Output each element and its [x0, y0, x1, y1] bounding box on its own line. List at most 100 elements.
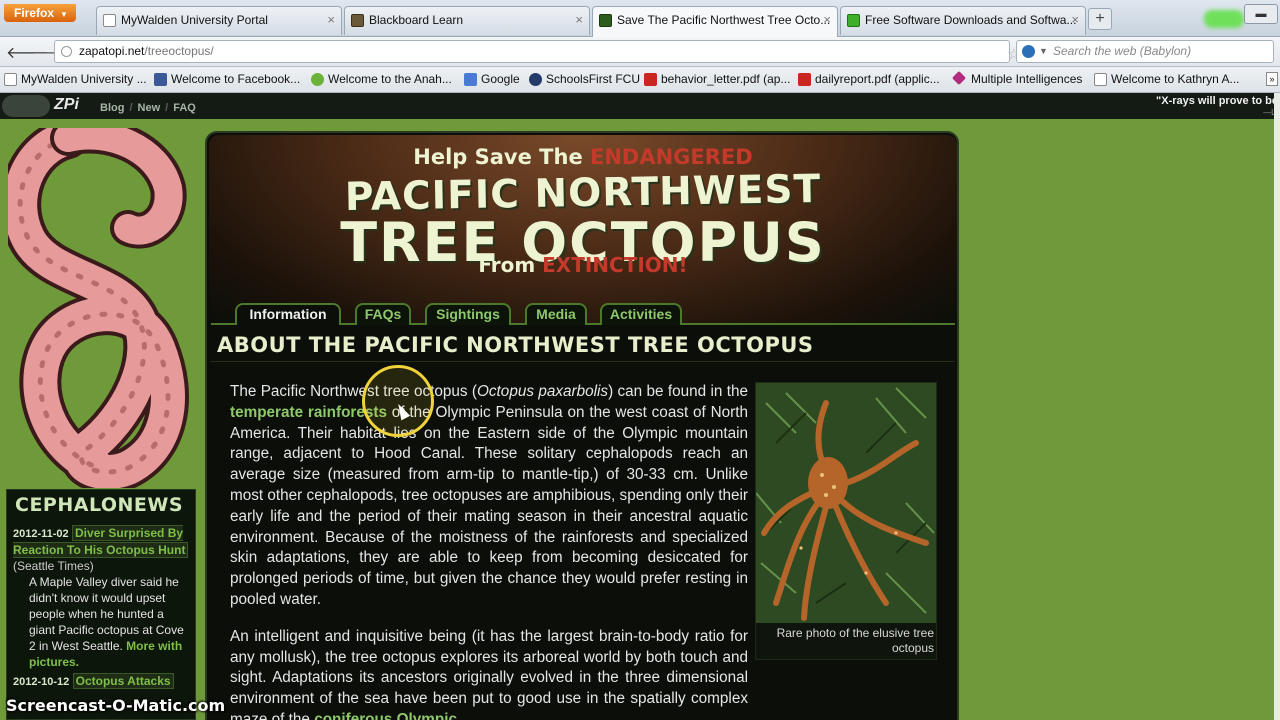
chevron-down-icon: ▼: [60, 10, 68, 19]
tab-information[interactable]: Information: [235, 303, 341, 325]
globe-icon: [61, 46, 72, 57]
close-tab-icon[interactable]: ×: [823, 7, 831, 33]
google-icon: [464, 73, 477, 86]
tab-sightings[interactable]: Sightings: [425, 303, 511, 325]
bookmark-item[interactable]: Welcome to the Anah...: [311, 72, 452, 86]
search-engine-icon[interactable]: [1022, 45, 1035, 58]
photo-caption: Rare photo of the elusive tree octopus: [776, 626, 934, 655]
bookmark-label: Welcome to Facebook...: [171, 72, 301, 86]
nav-separator: /: [165, 102, 169, 114]
article-text: An intelligent and inquisitive being (it…: [230, 627, 748, 720]
bookmark-item[interactable]: SchoolsFirst FCU: [529, 72, 640, 86]
nav-separator: /: [129, 102, 133, 114]
bookmark-item[interactable]: Welcome to Facebook...: [154, 72, 300, 86]
firefox-menu-label: Firefox: [14, 6, 55, 20]
bookmark-label: Welcome to the Anah...: [328, 72, 452, 86]
scientific-name: Octopus paxarbolis: [477, 383, 609, 400]
recording-watermark: Screencast-O-Matic.com: [6, 696, 226, 715]
pdf-icon: [644, 73, 657, 86]
news-headline-link[interactable]: Octopus Attacks: [72, 673, 174, 689]
blank-page-icon: [4, 73, 17, 86]
pdf-icon: [798, 73, 811, 86]
news-date: 2012-10-12: [13, 676, 70, 688]
firefox-menu-button[interactable]: Firefox ▼: [4, 4, 76, 22]
section-title: ABOUT THE PACIFIC NORTHWEST TREE OCTOPUS: [217, 333, 814, 357]
bookmarks-overflow-icon[interactable]: »: [1266, 72, 1278, 86]
new-tab-button[interactable]: +: [1088, 8, 1112, 30]
section-tabs: Information FAQs Sightings Media Activit…: [211, 301, 955, 325]
bookmark-item[interactable]: Multiple Intelligences: [951, 70, 1082, 86]
bookmark-item[interactable]: Welcome to Kathryn A...: [1094, 72, 1240, 86]
bookmark-item[interactable]: behavior_letter.pdf (ap...: [644, 72, 790, 86]
site-nav: Blog / New / FAQ: [100, 102, 196, 114]
navigation-toolbar: 🡐 🡒 zapatopi.net/treeoctopus/ ☆ ▽ ↻ ▼ Se…: [0, 37, 1280, 67]
bookmark-item[interactable]: dailyreport.pdf (applic...: [798, 72, 940, 86]
hero-banner: Help Save The ENDANGERED PACIFIC NORTHWE…: [209, 135, 957, 325]
tab-label: MyWalden University Portal: [121, 13, 268, 27]
main-content-panel: Help Save The ENDANGERED PACIFIC NORTHWE…: [205, 131, 959, 720]
browser-tab-blackboard[interactable]: Blackboard Learn ×: [344, 6, 590, 35]
bookmarks-toolbar: MyWalden University ... Welcome to Faceb…: [0, 67, 1280, 93]
news-source: (Seattle Times): [13, 559, 94, 573]
browser-tab-software[interactable]: Free Software Downloads and Softwa... ×: [840, 6, 1086, 35]
site-logo-icon[interactable]: [2, 95, 50, 117]
news-date: 2012-11-02: [13, 528, 69, 540]
news-item: 2012-11-02 Diver Surprised By Reaction T…: [7, 522, 195, 670]
bookmark-label: SchoolsFirst FCU: [546, 72, 641, 86]
page-scroll-edge: [1274, 93, 1280, 720]
divider: [211, 361, 955, 362]
tab-activities[interactable]: Activities: [600, 303, 682, 325]
facebook-icon: [154, 73, 167, 86]
site-header-bar: ZPi Blog / New / FAQ "X-rays will prove to b…: [0, 93, 1280, 119]
cursor-highlight: [362, 365, 434, 437]
address-bar[interactable]: zapatopi.net/treeoctopus/ ☆ ▽ ↻: [54, 40, 1057, 63]
bookmark-item[interactable]: Google: [464, 72, 520, 86]
tab-label: Blackboard Learn: [369, 13, 464, 27]
article-text: of the Olympic Peninsula on the west coa…: [230, 403, 749, 608]
site-logo-text[interactable]: ZPi: [54, 96, 79, 114]
bookmark-label: Google: [481, 72, 520, 86]
url-path: /treeoctopus/: [144, 44, 214, 58]
chevron-down-icon[interactable]: ▼: [1039, 41, 1048, 62]
banner-help-prefix: Help Save The: [413, 145, 583, 169]
close-tab-icon[interactable]: ×: [327, 7, 335, 33]
blackboard-icon: [351, 14, 364, 27]
banner-from-line: From EXTINCTION!: [209, 253, 957, 277]
browser-tab-walden[interactable]: MyWalden University Portal ×: [96, 6, 342, 35]
octopus-photo-frame: Rare photo of the elusive tree octopus: [755, 382, 937, 660]
article-paragraph: An intelligent and inquisitive being (it…: [230, 627, 748, 720]
browser-tab-treeoctopus[interactable]: Save The Pacific Northwest Tree Octo... …: [592, 6, 838, 37]
minimize-window-button[interactable]: ▬: [1244, 4, 1278, 24]
site-nav-blog[interactable]: Blog: [100, 102, 124, 114]
news-item: 2012-10-12 Octopus Attacks: [7, 670, 195, 690]
article-paragraph: The Pacific Northwest tree octopus (Octo…: [230, 382, 748, 611]
mi-icon: [951, 70, 967, 86]
site-nav-faq[interactable]: FAQ: [173, 102, 196, 114]
bookmark-label: behavior_letter.pdf (ap...: [661, 72, 791, 86]
quote-ticker: "X-rays will prove to be: [1156, 95, 1278, 107]
tab-faqs[interactable]: FAQs: [355, 303, 411, 325]
coniferous-olympic-link[interactable]: coniferous Olympic: [314, 711, 457, 720]
tab-media[interactable]: Media: [525, 303, 587, 325]
pink-tentacle-icon: [8, 128, 189, 488]
addon-icon: [1204, 10, 1244, 28]
blank-page-icon: [1094, 73, 1107, 86]
site-nav-new[interactable]: New: [138, 102, 161, 114]
banner-help-line: Help Save The ENDANGERED: [209, 145, 957, 169]
tab-label: Free Software Downloads and Softwa...: [865, 13, 1077, 27]
search-input[interactable]: ▼ Search the web (Babylon): [1016, 40, 1274, 63]
browser-tab-strip: Firefox ▼ MyWalden University Portal × Bl…: [0, 0, 1280, 37]
news-body: A Maple Valley diver said he didn't know…: [13, 574, 189, 670]
close-tab-icon[interactable]: ×: [575, 7, 583, 33]
tree-octopus-photo[interactable]: [756, 383, 936, 623]
blank-page-icon: [103, 14, 116, 27]
search-placeholder: Search the web (Babylon): [1053, 44, 1192, 58]
bookmark-label: dailyreport.pdf (applic...: [815, 72, 940, 86]
article-text: The Pacific Northwest tree octopus (: [230, 383, 478, 400]
close-tab-icon[interactable]: ×: [1071, 7, 1079, 33]
bookmark-label: MyWalden University ...: [21, 72, 147, 86]
bookmark-item[interactable]: MyWalden University ...: [4, 72, 147, 86]
article-text: ) can be found in the: [608, 383, 748, 400]
news-title: CEPHALONEWS: [15, 494, 184, 516]
schoolsfirst-icon: [529, 73, 542, 86]
